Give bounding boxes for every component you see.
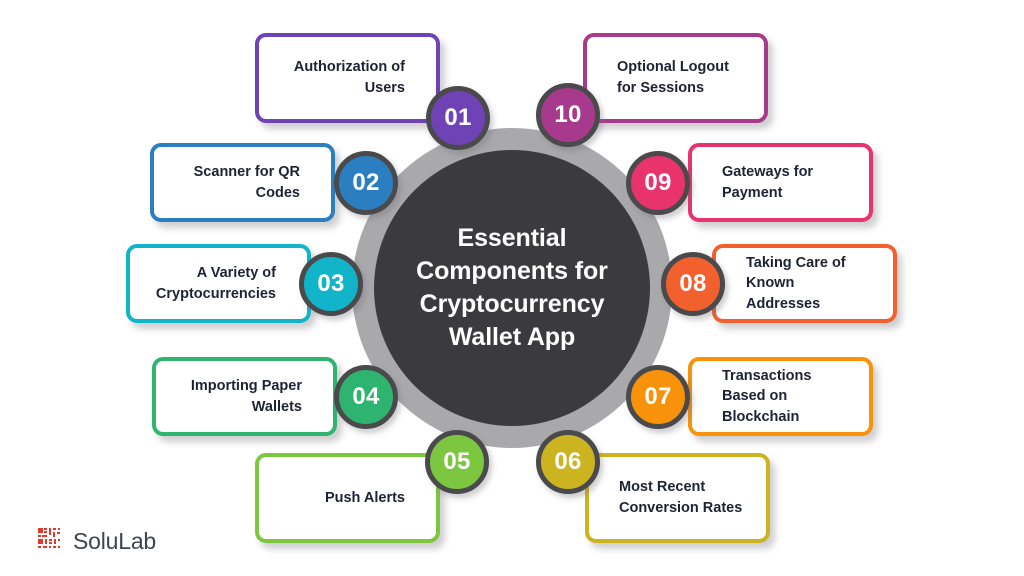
infographic-canvas: Essential Components for Cryptocurrency …: [0, 0, 1024, 576]
item-card-06[interactable]: Most Recent Conversion Rates: [585, 453, 770, 543]
item-badge-09[interactable]: 09: [626, 151, 690, 215]
hub-core: Essential Components for Cryptocurrency …: [374, 150, 650, 426]
item-card-03[interactable]: A Variety of Cryptocurrencies: [126, 244, 311, 323]
item-badge-03[interactable]: 03: [299, 252, 363, 316]
item-card-01[interactable]: Authorization of Users: [255, 33, 440, 123]
item-badge-04[interactable]: 04: [334, 365, 398, 429]
item-label-08: Taking Care of Known Addresses: [746, 254, 846, 312]
item-badge-08[interactable]: 08: [661, 252, 725, 316]
item-number-02: 02: [352, 169, 380, 196]
item-card-07[interactable]: Transactions Based on Blockchain: [688, 357, 873, 436]
item-number-03: 03: [317, 270, 345, 297]
item-label-07: Transactions Based on Blockchain: [722, 367, 812, 425]
item-label-06: Most Recent Conversion Rates: [619, 479, 743, 516]
item-badge-07[interactable]: 07: [626, 365, 690, 429]
item-number-06: 06: [554, 448, 582, 475]
item-card-10[interactable]: Optional Logout for Sessions: [583, 33, 768, 123]
item-number-01: 01: [444, 104, 472, 131]
item-number-04: 04: [352, 383, 380, 410]
item-card-05[interactable]: Push Alerts: [255, 453, 440, 543]
item-number-05: 05: [443, 448, 471, 475]
item-number-09: 09: [644, 169, 672, 196]
item-card-08[interactable]: Taking Care of Known Addresses: [712, 244, 897, 323]
item-badge-01[interactable]: 01: [426, 86, 490, 150]
item-card-02[interactable]: Scanner for QR Codes: [150, 143, 335, 222]
item-badge-06[interactable]: 06: [536, 430, 600, 494]
item-badge-02[interactable]: 02: [334, 151, 398, 215]
item-number-07: 07: [644, 383, 672, 410]
solulab-logo-text: SoluLab: [73, 527, 157, 554]
item-label-05: Push Alerts: [324, 489, 405, 506]
hub-title: Essential Components for Cryptocurrency …: [416, 224, 608, 351]
item-card-09[interactable]: Gateways for Payment: [688, 143, 873, 222]
item-label-04: Importing Paper Wallets: [190, 377, 302, 415]
item-label-02: Scanner for QR Codes: [193, 163, 300, 201]
item-label-01: Authorization of Users: [293, 59, 405, 96]
solulab-mark-icon: [38, 528, 60, 548]
item-label-09: Gateways for Payment: [722, 163, 814, 201]
item-badge-05[interactable]: 05: [425, 430, 489, 494]
item-badge-10[interactable]: 10: [536, 83, 600, 147]
item-label-10: Optional Logout for Sessions: [617, 59, 729, 96]
item-card-04[interactable]: Importing Paper Wallets: [152, 357, 337, 436]
item-number-08: 08: [679, 270, 707, 297]
solulab-logo: SoluLab: [38, 528, 156, 554]
item-label-03: A Variety of Cryptocurrencies: [155, 264, 276, 302]
item-number-10: 10: [554, 101, 582, 128]
